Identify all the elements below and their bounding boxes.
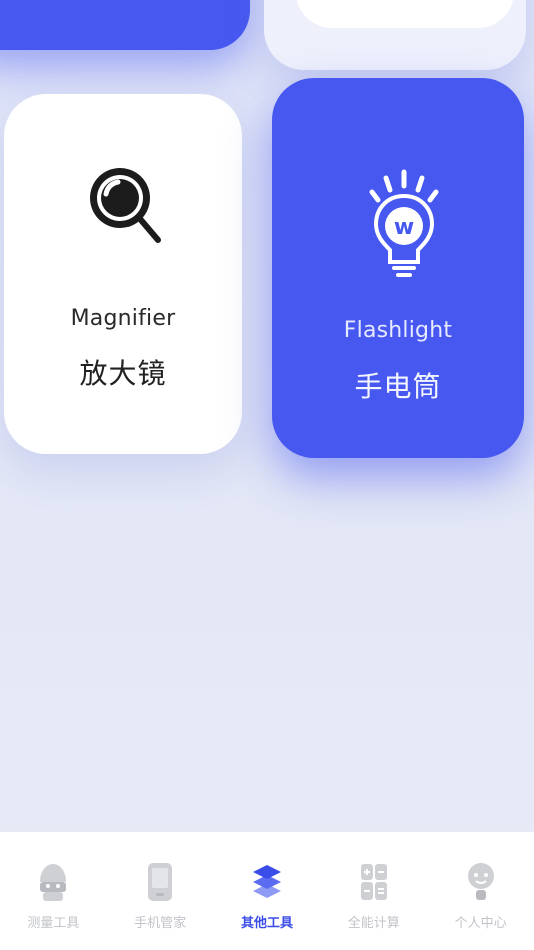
- user-icon: [467, 863, 494, 900]
- nav-item-measure[interactable]: 测量工具: [0, 832, 106, 931]
- nav-label-measure: 测量工具: [27, 916, 80, 931]
- nav-label-profile: 个人中心: [454, 916, 507, 931]
- calculator-icon: [360, 864, 387, 900]
- svg-text:w: w: [394, 215, 414, 240]
- tool-card-flashlight[interactable]: w Flashlight 手电筒: [272, 78, 524, 458]
- flashlight-icon: w: [369, 169, 439, 277]
- nav-label-phone-manager: 手机管家: [134, 916, 187, 931]
- nav-item-other-tools[interactable]: 其他工具: [214, 832, 320, 931]
- tool-card-magnifier[interactable]: Magnifier 放大镜: [4, 94, 242, 454]
- other-tools-screen: Magnifier 放大镜 w Flashlight 手电筒 测量工具 手机管家…: [0, 0, 534, 950]
- flashlight-label-en: Flashlight: [343, 318, 453, 343]
- tool-card-partial-left[interactable]: [0, 0, 250, 50]
- layers-icon: [252, 865, 281, 898]
- nav-item-phone-manager[interactable]: 手机管家: [107, 832, 213, 931]
- magnifier-label-en: Magnifier: [70, 306, 176, 331]
- flashlight-label-cn: 手电筒: [354, 370, 442, 403]
- nav-label-other-tools: 其他工具: [240, 916, 293, 931]
- phone-icon: [148, 863, 173, 901]
- nav-item-profile[interactable]: 个人中心: [428, 832, 534, 931]
- bottom-nav: 测量工具 手机管家 其他工具 全能计算 个人中心: [0, 832, 534, 950]
- magnifier-label-cn: 放大镜: [79, 357, 167, 390]
- nav-label-calculator: 全能计算: [347, 916, 400, 931]
- nav-item-calculator[interactable]: 全能计算: [321, 832, 427, 931]
- magnifier-icon: [90, 168, 161, 243]
- tool-card-partial-right-inner: [296, 0, 514, 28]
- ruler-icon: [40, 864, 67, 901]
